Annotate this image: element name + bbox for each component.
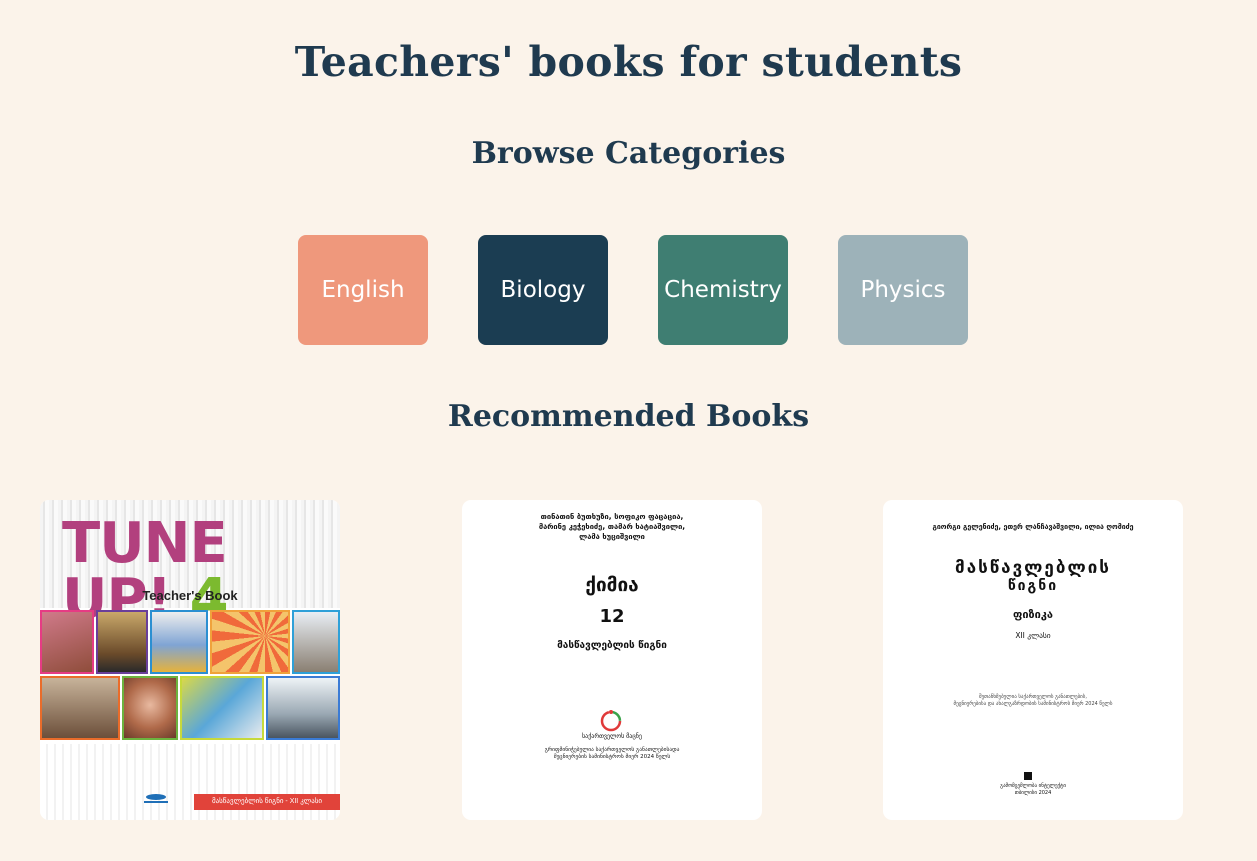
category-biology-button[interactable]: Biology [478, 235, 608, 345]
category-label: English [321, 277, 405, 303]
book-cover-kind: მასწავლებლის [955, 558, 1111, 578]
book-cover-grade: XII კლასი [1015, 631, 1051, 640]
category-label: Biology [500, 277, 586, 303]
photo-tile [150, 610, 208, 674]
photo-tile [40, 676, 120, 740]
category-list: English Biology Chemistry Physics [298, 235, 968, 345]
category-label: Chemistry [664, 277, 782, 303]
browse-categories-heading: Browse Categories [471, 136, 786, 171]
publisher-logo-icon [600, 710, 622, 732]
book-cover-approval: გრიფმინიჭებულია საქართველოს განათლებისად… [544, 747, 680, 753]
book-card-tune-up-4[interactable]: TUNE UP! 4 Teacher's Book მასწავლებლის წ… [40, 500, 340, 820]
photo-tile [96, 610, 148, 674]
book-cover-authors: გიორგი გელენიძე, ეთერ ლანჩავაშვილი, ილია… [932, 523, 1134, 531]
page-title: Teachers' books for students [294, 38, 963, 86]
publisher-logo-icon [144, 794, 168, 803]
book-cover-approval: მეცნიერებისა და ახალგაზრდობის სამინისტრო… [953, 701, 1113, 707]
photo-tile [180, 676, 264, 740]
photo-tile [266, 676, 340, 740]
recommended-books-heading: Recommended Books [447, 399, 810, 434]
category-label: Physics [860, 277, 946, 303]
photo-tile [292, 610, 340, 674]
book-cover-authors: მარინე კეჭეხიძე, თამარ ხატიაშვილი, [538, 522, 686, 531]
book-cover-city-year: თბილისი 2024 [1014, 790, 1052, 796]
book-cover-publisher: საქართველოს მაცნე [582, 733, 642, 740]
publisher-logo-icon [1024, 772, 1032, 780]
photo-tile [122, 676, 178, 740]
book-cover-approval: მეცნიერების სამინისტროს მიერ 2024 წელს [553, 754, 671, 760]
cover-photo-collage [40, 610, 340, 744]
book-cover-grade-bar: მასწავლებლის წიგნი - XII კლასი [194, 794, 340, 810]
book-cover-subject: ფიზიკა [1012, 608, 1054, 621]
book-cover-authors: ლამა ხუციშვილი [579, 532, 645, 541]
book-cover-kind: წიგნი [1007, 578, 1059, 594]
category-english-button[interactable]: English [298, 235, 428, 345]
book-card-physics-12[interactable]: გიორგი გელენიძე, ეთერ ლანჩავაშვილი, ილია… [883, 500, 1183, 820]
category-chemistry-button[interactable]: Chemistry [658, 235, 788, 345]
book-cover-kind: მასწავლებლის წიგნი [557, 640, 667, 651]
book-cover-authors: თინათინ ბუთხუზი, სოფიკო ფაცაცია, [540, 512, 684, 521]
photo-tile [210, 610, 290, 674]
book-cover-subject: ქიმია [585, 574, 639, 596]
book-cover-grade: 12 [599, 606, 625, 627]
book-cover-subtitle: Teacher's Book [142, 588, 238, 603]
category-physics-button[interactable]: Physics [838, 235, 968, 345]
book-cover-publisher: გამომცემლობა ინტელექტი [1000, 783, 1066, 789]
book-cover-approval: შეთანხმებულია საქართველოს განათლების, [979, 694, 1087, 700]
photo-tile [40, 610, 94, 674]
book-card-chemistry-12[interactable]: თინათინ ბუთხუზი, სოფიკო ფაცაცია, მარინე … [462, 500, 762, 820]
